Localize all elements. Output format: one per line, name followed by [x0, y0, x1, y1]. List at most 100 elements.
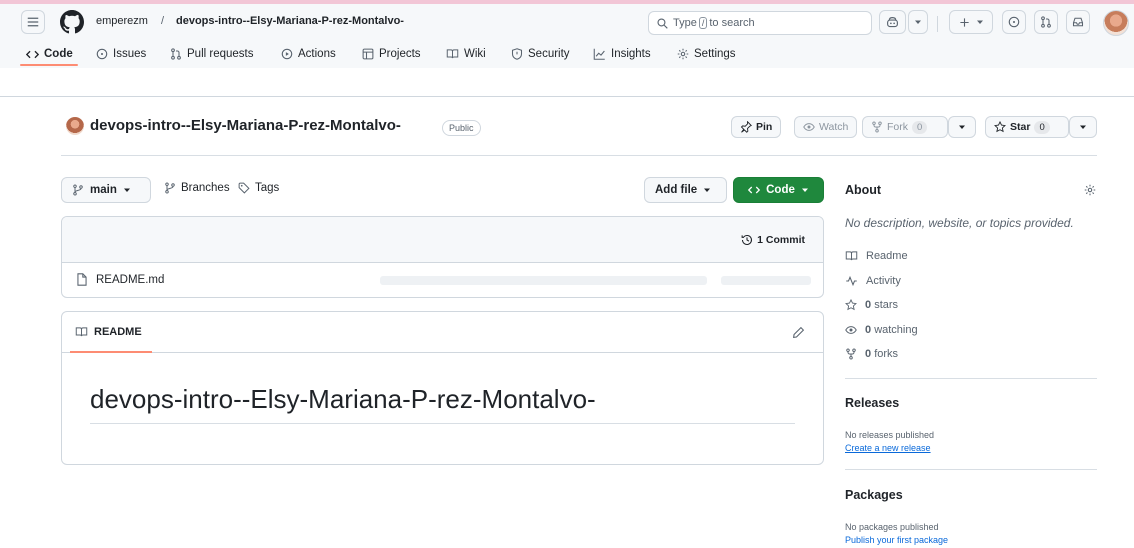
file-icon	[77, 273, 87, 286]
forks-count: 0	[865, 348, 872, 360]
pin-label: Pin	[756, 121, 773, 133]
user-avatar[interactable]	[1103, 10, 1129, 36]
tab-insights-label: Insights	[611, 48, 651, 60]
copilot-dropdown-button[interactable]	[908, 10, 928, 34]
commit-date-placeholder	[721, 276, 811, 285]
tab-wiki[interactable]: Wiki	[446, 40, 486, 68]
branch-icon	[165, 182, 175, 194]
tab-settings[interactable]: Settings	[677, 40, 736, 68]
fork-dropdown-button[interactable]	[948, 116, 976, 138]
pull-request-icon	[171, 48, 181, 60]
branches-label: Branches	[181, 182, 230, 194]
stars-label: stars	[874, 299, 899, 311]
tab-actions[interactable]: Actions	[281, 40, 336, 68]
repo-title[interactable]: devops-intro--Elsy-Mariana-P-rez-Montalv…	[90, 117, 401, 134]
watching-label: watching	[874, 324, 918, 336]
code-icon	[26, 50, 39, 58]
branches-link[interactable]: Branches	[164, 182, 230, 194]
stars-link[interactable]: 0 stars	[845, 299, 898, 311]
pin-button[interactable]: Pin	[731, 116, 782, 138]
packages-title[interactable]: Packages	[845, 488, 903, 502]
add-file-button[interactable]: Add file	[644, 177, 727, 203]
header-divider	[937, 16, 938, 32]
search-suffix: to search	[709, 17, 755, 29]
triangle-down-icon	[959, 125, 965, 129]
readme-panel: README devops-intro--Elsy-Mariana-P-rez-…	[61, 311, 824, 465]
readme-tab[interactable]: README	[75, 326, 142, 338]
active-tab-indicator	[20, 64, 78, 66]
triangle-down-icon	[704, 188, 711, 192]
tab-security[interactable]: Security	[511, 40, 570, 68]
branch-icon	[73, 184, 83, 196]
create-release-link[interactable]: Create a new release	[845, 443, 931, 453]
forks-link[interactable]: 0 forks	[845, 348, 898, 360]
visibility-badge: Public	[442, 120, 481, 136]
inbox-button[interactable]	[1066, 10, 1090, 34]
watching-link[interactable]: 0 watching	[845, 324, 918, 336]
book-icon	[75, 327, 88, 337]
pencil-icon[interactable]	[792, 326, 805, 339]
code-button-label: Code	[766, 184, 795, 196]
tab-insights[interactable]: Insights	[593, 40, 651, 68]
fork-button[interactable]: Fork 0	[862, 116, 948, 138]
readme-heading-rule	[90, 423, 795, 424]
history-icon	[741, 234, 753, 246]
github-logo-icon[interactable]	[60, 10, 84, 34]
book-icon	[446, 49, 459, 59]
inbox-icon	[1072, 17, 1084, 27]
repo-owner-avatar[interactable]	[66, 117, 84, 135]
table-row[interactable]: README.md	[62, 263, 823, 297]
copilot-button[interactable]	[879, 10, 906, 34]
commits-link[interactable]: 1 Commit	[741, 234, 805, 246]
readme-link[interactable]: Readme	[845, 250, 908, 262]
readme-tab-label: README	[94, 326, 142, 338]
header-border	[0, 96, 1134, 97]
star-button[interactable]: Star 0	[985, 116, 1069, 138]
tab-pull-requests[interactable]: Pull requests	[170, 40, 253, 68]
tab-issues[interactable]: Issues	[96, 40, 146, 68]
eye-icon	[803, 123, 815, 131]
tab-projects[interactable]: Projects	[362, 40, 421, 68]
breadcrumb-repo[interactable]: devops-intro--Elsy-Mariana-P-rez-Montalv…	[176, 15, 404, 27]
breadcrumb-separator: /	[161, 15, 165, 27]
star-dropdown-button[interactable]	[1069, 116, 1097, 138]
file-list-header: 1 Commit	[62, 217, 823, 263]
star-label: Star	[1010, 121, 1031, 133]
menu-button[interactable]	[21, 10, 45, 34]
activity-link[interactable]: Activity	[845, 275, 901, 287]
file-name[interactable]: README.md	[76, 273, 164, 286]
triangle-down-icon	[801, 188, 808, 192]
tags-link[interactable]: Tags	[238, 182, 279, 194]
gear-icon[interactable]	[1084, 184, 1096, 196]
commit-count-label: 1 Commit	[757, 234, 805, 246]
add-file-label: Add file	[655, 184, 698, 196]
branch-selector[interactable]: main	[61, 177, 151, 203]
issues-button[interactable]	[1002, 10, 1026, 34]
star-icon	[845, 299, 857, 311]
tab-code-label: Code	[44, 48, 73, 60]
publish-package-link[interactable]: Publish your first package	[845, 535, 948, 545]
about-description: No description, website, or topics provi…	[845, 216, 1074, 230]
tab-projects-label: Projects	[379, 48, 421, 60]
readme-tab-indicator	[70, 351, 152, 353]
breadcrumb-owner[interactable]: emperezm	[96, 15, 148, 27]
global-header: emperezm / devops-intro--Elsy-Mariana-P-…	[0, 4, 1134, 68]
triangle-down-icon	[1080, 125, 1086, 129]
star-icon	[994, 121, 1006, 133]
copilot-icon	[887, 16, 898, 27]
watch-label: Watch	[819, 121, 849, 133]
search-icon	[657, 17, 668, 29]
search-input[interactable]: Type / to search	[648, 11, 872, 35]
shield-icon	[511, 48, 523, 60]
code-dropdown-button[interactable]: Code	[733, 177, 824, 203]
tab-security-label: Security	[528, 48, 570, 60]
graph-icon	[593, 48, 605, 60]
releases-title[interactable]: Releases	[845, 396, 899, 410]
tab-actions-label: Actions	[298, 48, 336, 60]
triangle-down-icon	[123, 188, 130, 192]
create-new-button[interactable]	[949, 10, 993, 34]
pull-requests-button[interactable]	[1034, 10, 1058, 34]
watch-button[interactable]: Watch	[794, 116, 858, 138]
file-name-label: README.md	[96, 273, 165, 286]
fork-icon	[872, 121, 882, 133]
